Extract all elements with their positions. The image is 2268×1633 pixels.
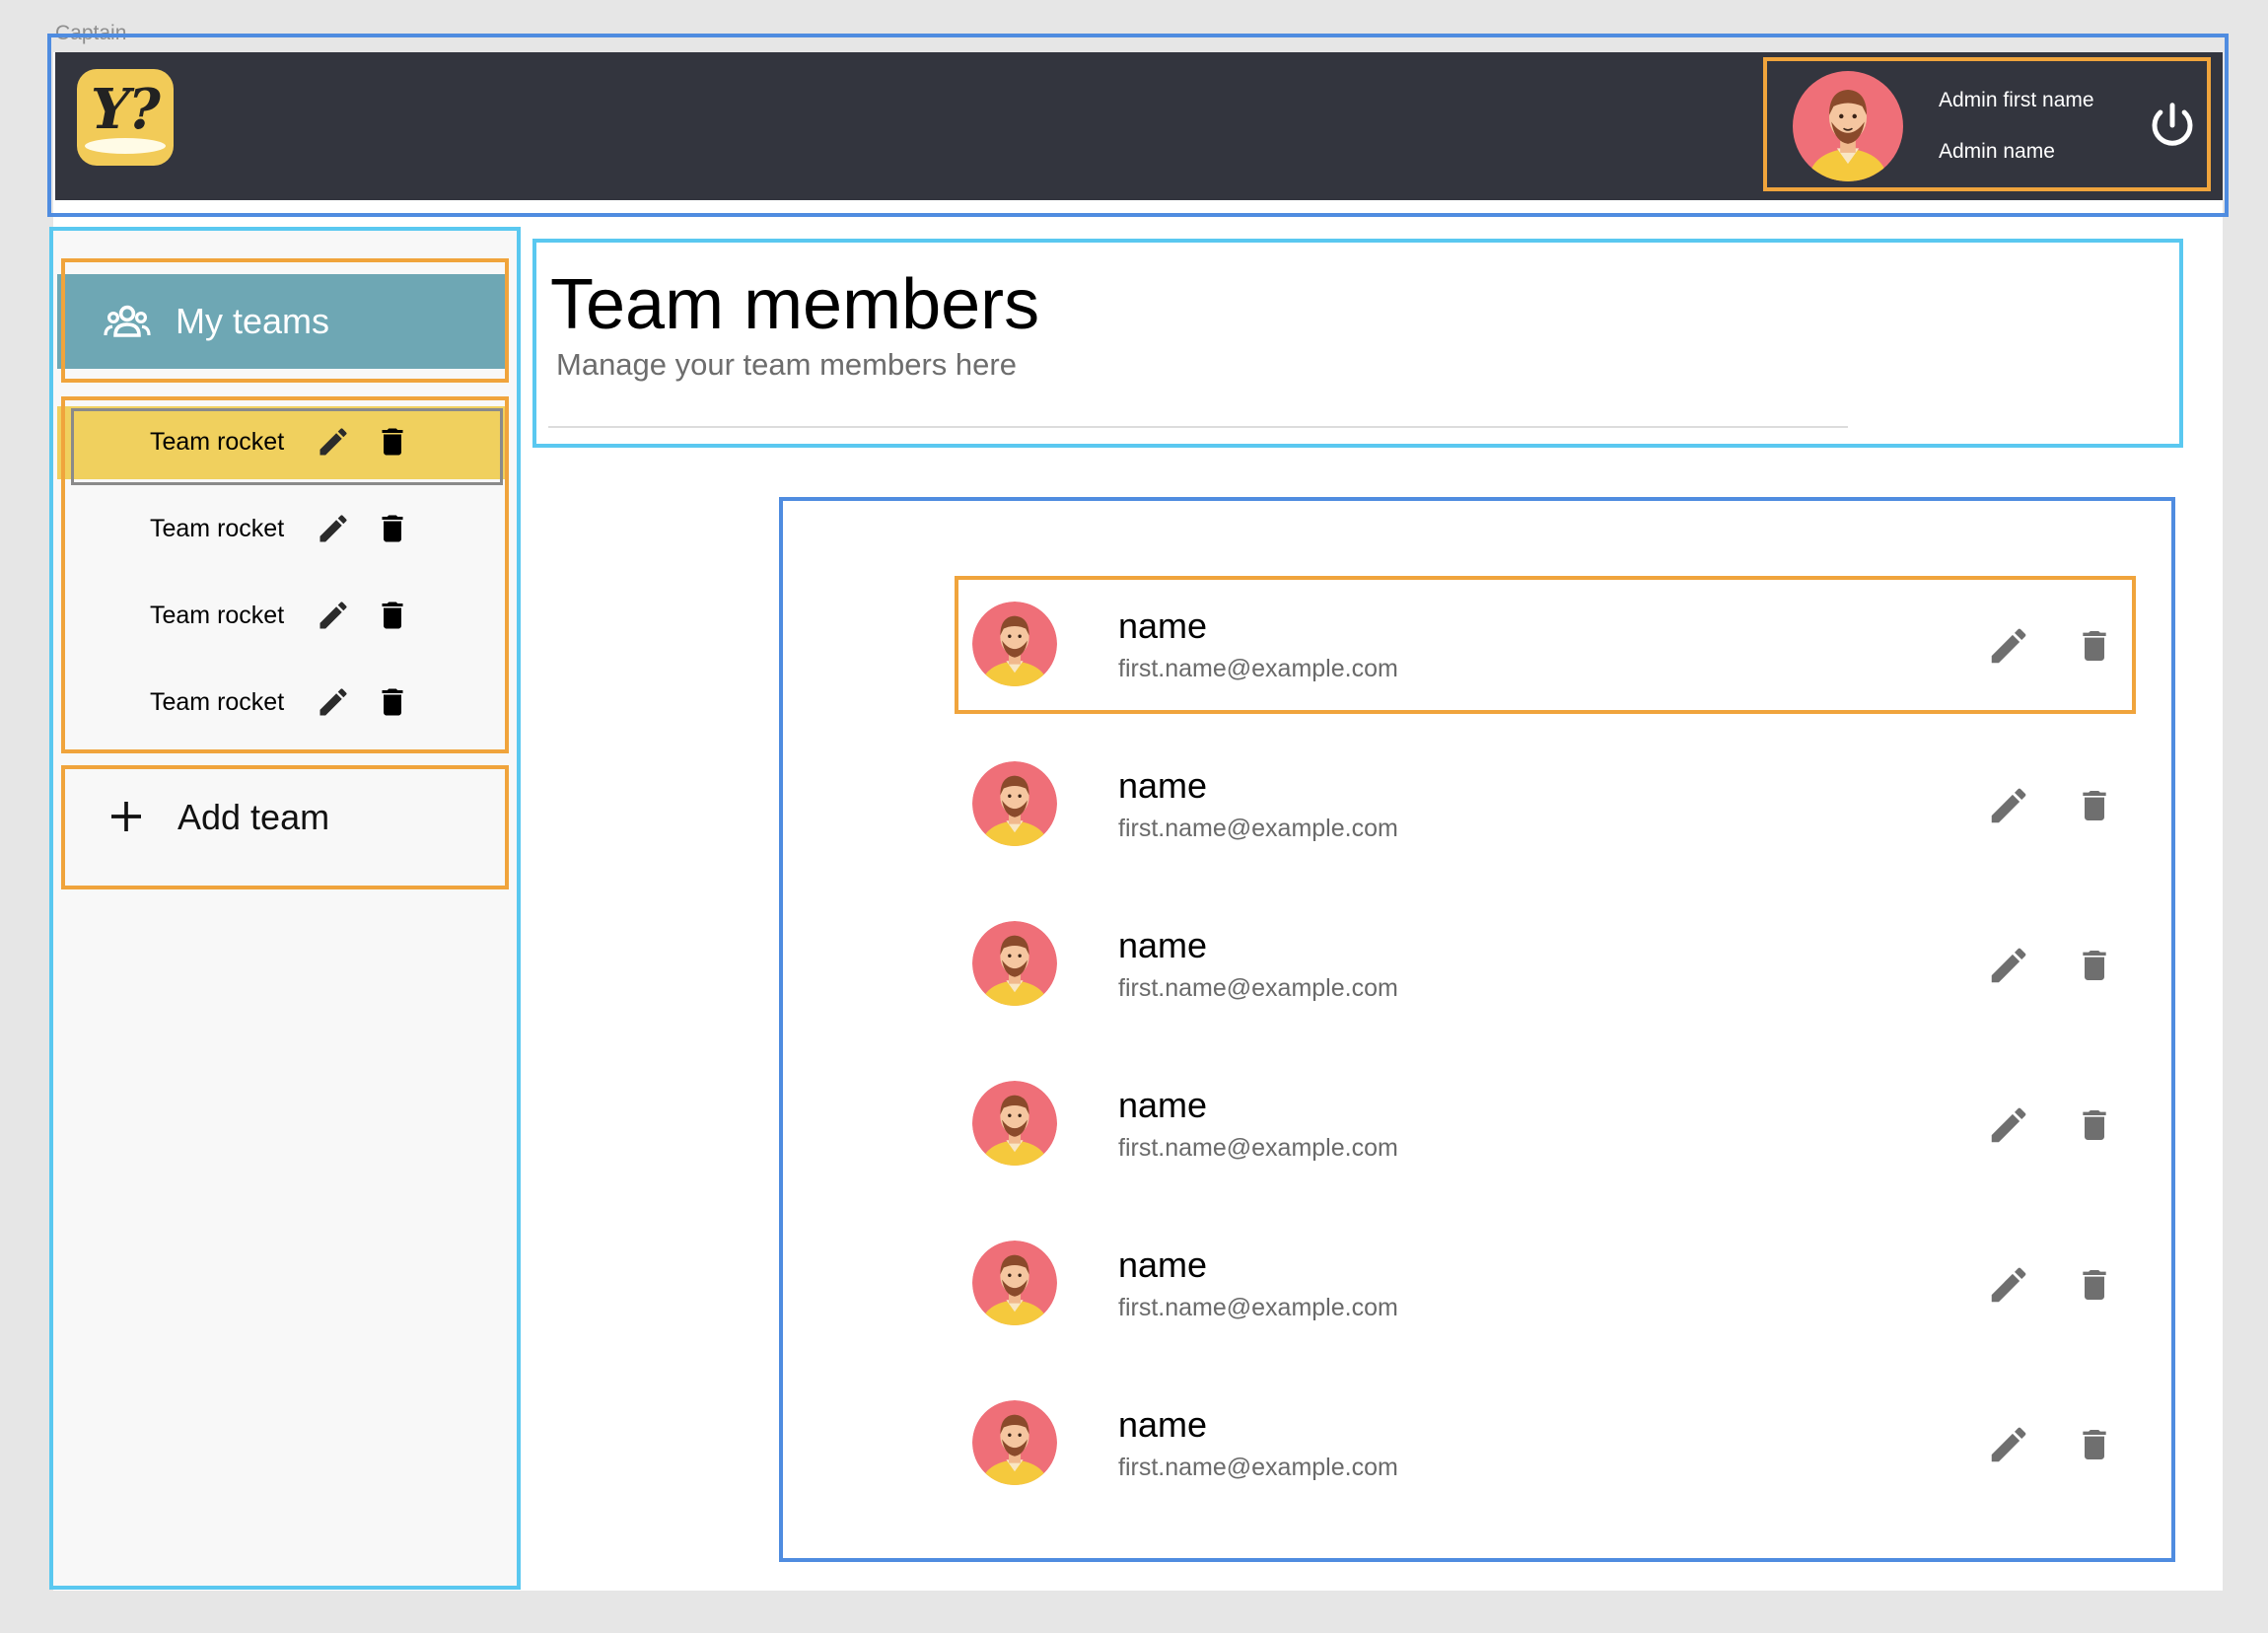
admin-first-name: Admin first name [1939, 89, 2094, 111]
team-label: Team rocket [150, 688, 285, 716]
team-label: Team rocket [150, 428, 285, 456]
member-avatar-icon [972, 761, 1057, 846]
pencil-icon[interactable] [1986, 1422, 2031, 1467]
trash-icon[interactable] [2075, 623, 2114, 669]
member-avatar-icon [972, 1400, 1057, 1485]
member-avatar-icon [972, 921, 1057, 1006]
page-subtitle: Manage your team members here [556, 347, 1017, 382]
member-name: name [1118, 1404, 1208, 1445]
team-item[interactable]: Team rocket [57, 667, 505, 740]
member-row[interactable]: name first.name@example.com [960, 740, 2132, 868]
member-email: first.name@example.com [1118, 1294, 1398, 1321]
pencil-icon[interactable] [1986, 623, 2031, 669]
divider [548, 426, 1848, 428]
power-icon[interactable] [2146, 99, 2199, 152]
member-name: name [1118, 765, 1208, 806]
pencil-icon[interactable] [316, 598, 351, 633]
team-label: Team rocket [150, 515, 285, 542]
trash-icon[interactable] [375, 424, 410, 460]
trash-icon[interactable] [375, 511, 410, 546]
trash-icon[interactable] [2075, 1102, 2114, 1148]
logo-text: Y? [91, 77, 161, 142]
trash-icon[interactable] [2075, 1262, 2114, 1308]
member-email: first.name@example.com [1118, 1134, 1398, 1162]
team-item[interactable]: Team rocket [57, 406, 505, 479]
member-name: name [1118, 1085, 1208, 1125]
pencil-icon[interactable] [1986, 1102, 2031, 1148]
sidebar-item-my-teams[interactable]: My teams [57, 274, 505, 369]
member-avatar-icon [972, 1241, 1057, 1325]
pencil-icon[interactable] [316, 424, 351, 460]
pencil-icon[interactable] [316, 511, 351, 546]
member-email: first.name@example.com [1118, 1454, 1398, 1481]
trash-icon[interactable] [2075, 943, 2114, 988]
group-icon [104, 305, 151, 337]
page-title: Team members [550, 265, 1040, 344]
add-team-label: Add team [177, 797, 330, 837]
trash-icon[interactable] [2075, 783, 2114, 828]
team-item[interactable]: Team rocket [57, 493, 505, 566]
team-label: Team rocket [150, 602, 285, 629]
pencil-icon[interactable] [1986, 783, 2031, 828]
member-row[interactable]: name first.name@example.com [960, 1379, 2132, 1507]
plus-icon [111, 802, 141, 831]
frame-label: Captain [55, 22, 127, 44]
member-name: name [1118, 605, 1208, 646]
member-avatar-icon [972, 602, 1057, 686]
member-email: first.name@example.com [1118, 655, 1398, 682]
logo-icon[interactable]: Y? [77, 69, 174, 166]
team-item[interactable]: Team rocket [57, 580, 505, 653]
admin-avatar-icon[interactable] [1793, 71, 1903, 181]
member-row[interactable]: name first.name@example.com [960, 1059, 2132, 1187]
trash-icon[interactable] [375, 684, 410, 720]
trash-icon[interactable] [375, 598, 410, 633]
member-name: name [1118, 1244, 1208, 1285]
trash-icon[interactable] [2075, 1422, 2114, 1467]
member-row[interactable]: name first.name@example.com [960, 899, 2132, 1028]
member-email: first.name@example.com [1118, 974, 1398, 1002]
member-row[interactable]: name first.name@example.com [960, 580, 2132, 708]
admin-name: Admin name [1939, 140, 2055, 163]
pencil-icon[interactable] [1986, 943, 2031, 988]
pencil-icon[interactable] [1986, 1262, 2031, 1308]
pencil-icon[interactable] [316, 684, 351, 720]
add-team-button[interactable]: Add team [65, 769, 505, 884]
logo-swoosh [85, 138, 166, 154]
member-name: name [1118, 925, 1208, 965]
member-avatar-icon [972, 1081, 1057, 1166]
member-email: first.name@example.com [1118, 815, 1398, 842]
member-row[interactable]: name first.name@example.com [960, 1219, 2132, 1347]
my-teams-label: My teams [176, 301, 330, 341]
